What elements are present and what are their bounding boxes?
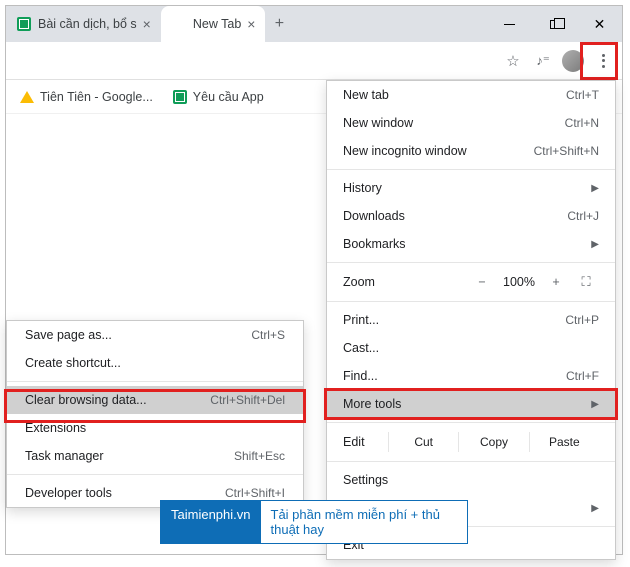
tab-2[interactable]: New Tab × xyxy=(161,6,266,42)
close-icon[interactable]: × xyxy=(247,16,255,32)
drive-icon xyxy=(20,91,34,103)
separator xyxy=(327,169,615,170)
menu-history[interactable]: History▶ xyxy=(327,174,615,202)
menu-downloads[interactable]: DownloadsCtrl+J xyxy=(327,202,615,230)
menu-cast[interactable]: Cast... xyxy=(327,334,615,362)
menu-new-window[interactable]: New windowCtrl+N xyxy=(327,109,615,137)
footer-brand: Taimienphi.vn xyxy=(161,501,261,543)
close-icon[interactable]: × xyxy=(143,16,151,32)
menu-more-tools[interactable]: More tools▶ xyxy=(327,390,615,418)
main-menu: New tabCtrl+T New windowCtrl+N New incog… xyxy=(326,80,616,560)
bookmark-item[interactable]: Yêu cầu App xyxy=(165,86,272,108)
minimize-button[interactable] xyxy=(487,6,532,42)
new-tab-button[interactable]: + xyxy=(265,6,293,42)
avatar[interactable] xyxy=(562,50,584,72)
menu-zoom: Zoom − 100% + ⛶ xyxy=(327,267,615,297)
copy-button[interactable]: Copy xyxy=(458,432,528,452)
titlebar: Bài cần dịch, bổ s × New Tab × + ✕ xyxy=(6,6,622,42)
menu-bookmarks[interactable]: Bookmarks▶ xyxy=(327,230,615,258)
chevron-right-icon: ▶ xyxy=(591,399,599,410)
zoom-value: 100% xyxy=(499,275,539,289)
fullscreen-icon[interactable]: ⛶ xyxy=(573,274,599,290)
menu-new-tab[interactable]: New tabCtrl+T xyxy=(327,81,615,109)
menu-find[interactable]: Find...Ctrl+F xyxy=(327,362,615,390)
menu-new-incognito[interactable]: New incognito windowCtrl+Shift+N xyxy=(327,137,615,165)
cut-button[interactable]: Cut xyxy=(388,432,458,452)
tab-1[interactable]: Bài cần dịch, bổ s × xyxy=(6,6,161,42)
close-window-button[interactable]: ✕ xyxy=(577,6,622,42)
sheets-icon xyxy=(16,16,32,32)
menu-button[interactable] xyxy=(588,46,618,76)
footer-watermark: Taimienphi.vn Tải phần mềm miễn phí + th… xyxy=(160,500,468,544)
separator xyxy=(327,262,615,263)
submenu-extensions[interactable]: Extensions xyxy=(7,414,303,442)
footer-slogan: Tải phần mềm miễn phí + thủ thuật hay xyxy=(261,501,468,543)
browser-window: Bài cần dịch, bổ s × New Tab × + ✕ ☆ ♪⁼ … xyxy=(5,5,623,555)
bookmark-label: Yêu cầu App xyxy=(193,90,264,104)
more-tools-submenu: Save page as...Ctrl+S Create shortcut...… xyxy=(6,320,304,508)
zoom-in-button[interactable]: + xyxy=(543,275,569,289)
paste-button[interactable]: Paste xyxy=(529,432,599,452)
separator xyxy=(7,474,303,475)
menu-settings[interactable]: Settings xyxy=(327,466,615,494)
menu-print[interactable]: Print...Ctrl+P xyxy=(327,306,615,334)
zoom-out-button[interactable]: − xyxy=(469,275,495,289)
star-icon[interactable]: ☆ xyxy=(498,46,528,76)
tab-title: New Tab xyxy=(193,17,241,31)
chevron-right-icon: ▶ xyxy=(591,239,599,250)
submenu-task-manager[interactable]: Task managerShift+Esc xyxy=(7,442,303,470)
toolbar: ☆ ♪⁼ xyxy=(6,42,622,80)
tab-title: Bài cần dịch, bổ s xyxy=(38,17,137,31)
bookmark-label: Tiên Tiên - Google... xyxy=(40,90,153,104)
blank-icon xyxy=(171,16,187,32)
bookmark-item[interactable]: Tiên Tiên - Google... xyxy=(12,86,161,108)
maximize-button[interactable] xyxy=(532,6,577,42)
separator xyxy=(327,422,615,423)
media-icon[interactable]: ♪⁼ xyxy=(528,46,558,76)
chevron-right-icon: ▶ xyxy=(591,183,599,194)
sheets-icon xyxy=(173,90,187,104)
submenu-clear-browsing-data[interactable]: Clear browsing data...Ctrl+Shift+Del xyxy=(7,386,303,414)
submenu-create-shortcut[interactable]: Create shortcut... xyxy=(7,349,303,377)
menu-edit: Edit Cut Copy Paste xyxy=(327,427,615,457)
separator xyxy=(327,461,615,462)
kebab-icon xyxy=(602,54,605,68)
separator xyxy=(7,381,303,382)
submenu-save-page[interactable]: Save page as...Ctrl+S xyxy=(7,321,303,349)
separator xyxy=(327,301,615,302)
window-controls: ✕ xyxy=(487,6,622,42)
chevron-right-icon: ▶ xyxy=(591,503,599,514)
